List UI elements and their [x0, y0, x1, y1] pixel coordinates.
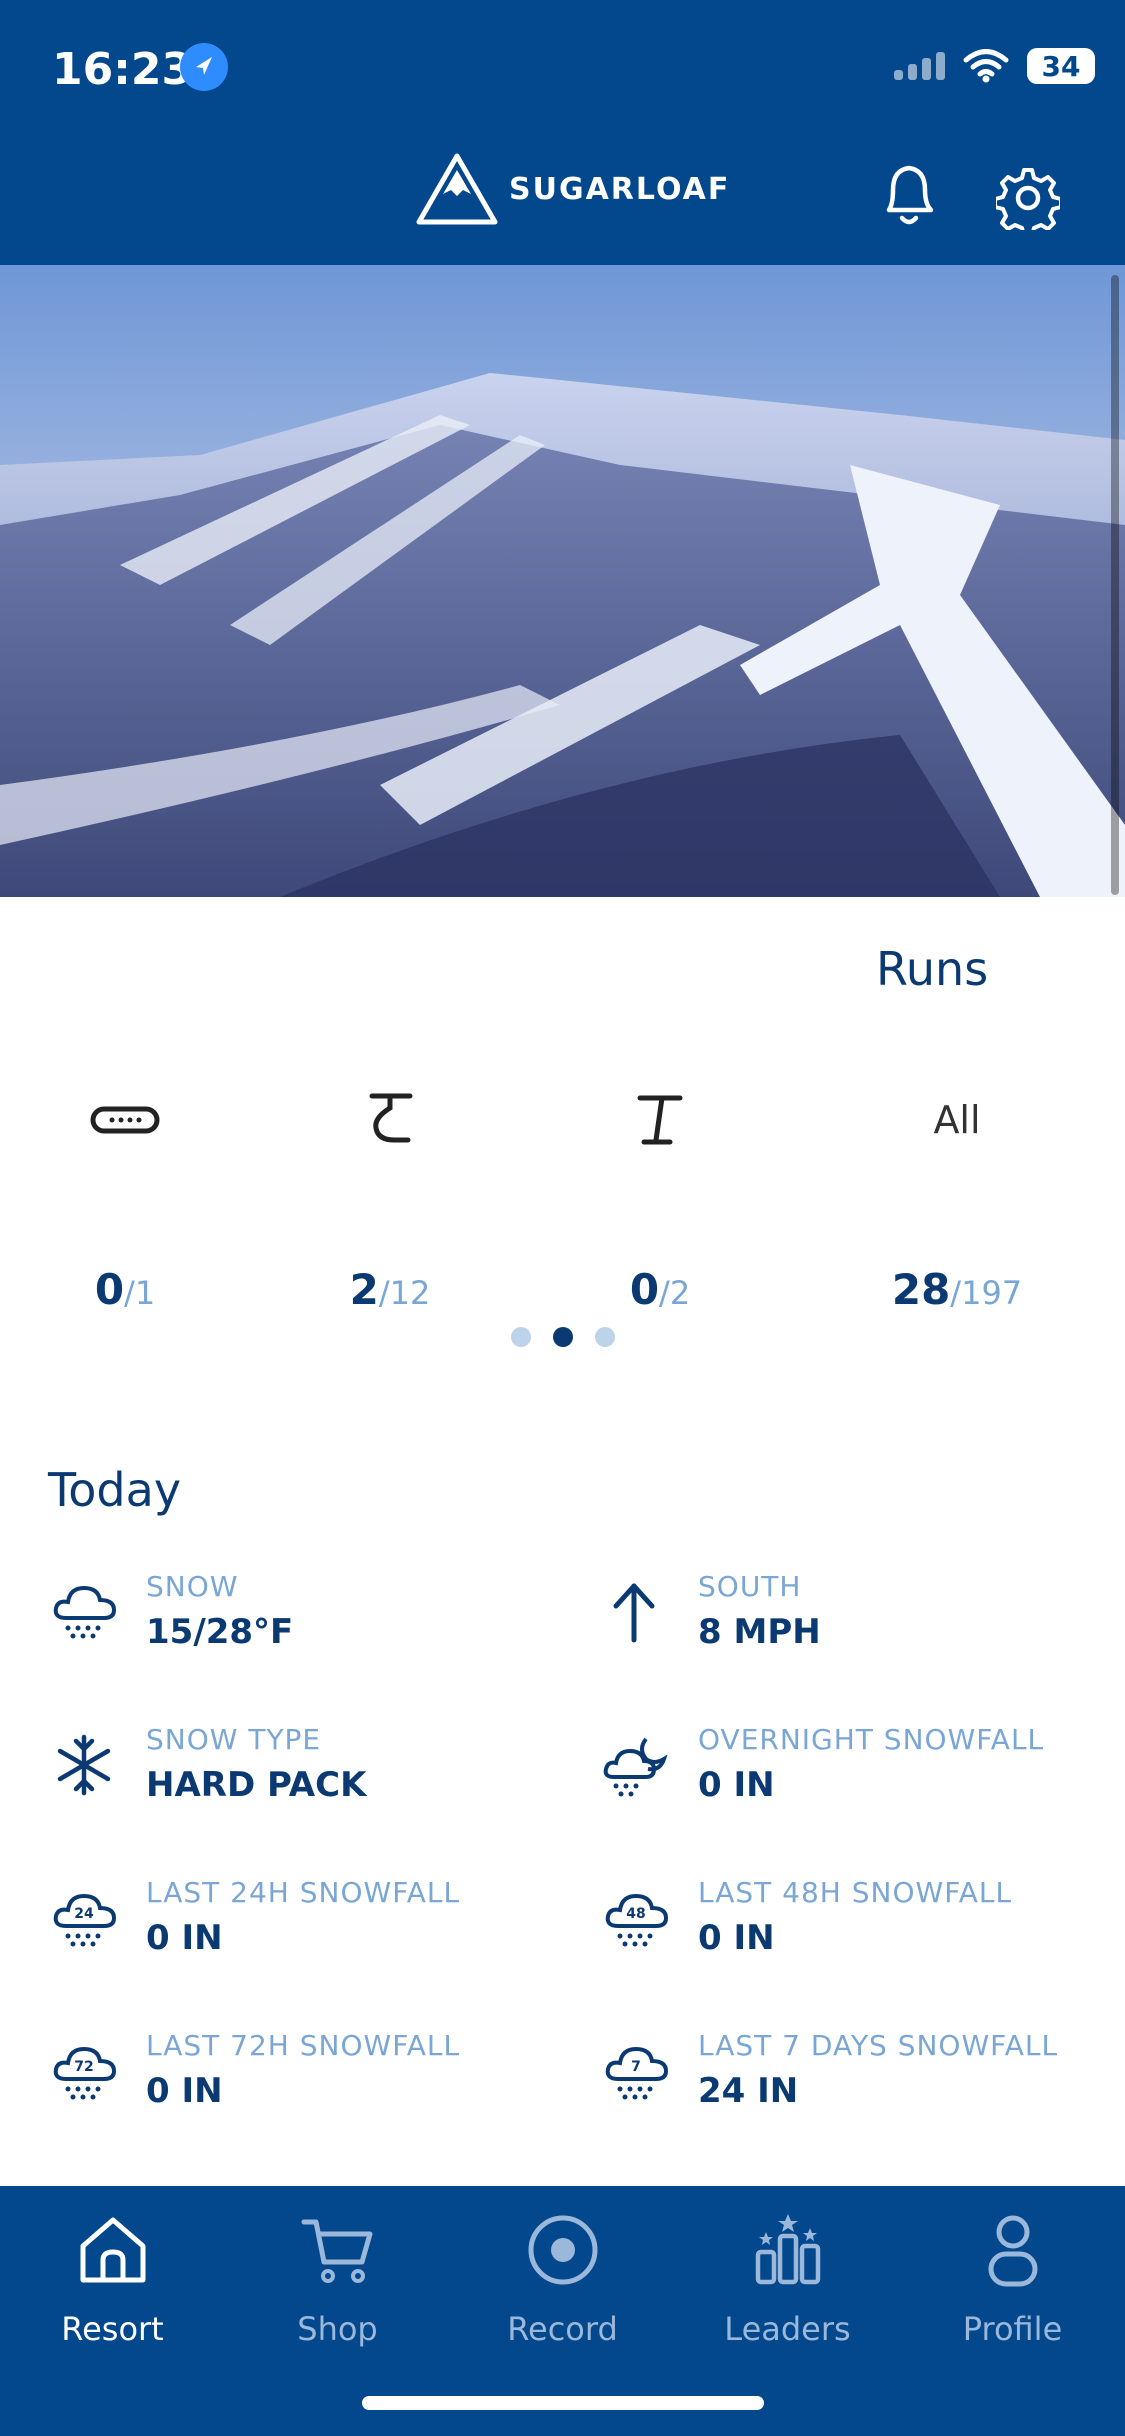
snow-48-icon: 48 [605, 1893, 669, 1947]
tab-leaders[interactable]: Leaders [675, 2210, 900, 2348]
runs-total-value: /12 [378, 1274, 431, 1312]
runs-open-value: 0 [94, 1265, 125, 1314]
bell-icon[interactable] [877, 160, 941, 230]
stat-last-24h: 24 LAST 24H SNOWFALL 0 IN [50, 1874, 570, 1984]
page-indicator[interactable] [0, 1327, 1125, 1347]
terrain-park-icon [90, 1106, 160, 1134]
tab-label: Profile [962, 2310, 1063, 2348]
snow-24-icon: 24 [53, 1893, 117, 1947]
runs-total-value: /1 [124, 1274, 156, 1312]
runs-total-value: /2 [659, 1274, 691, 1312]
stat-label: LAST 48H SNOWFALL [698, 1876, 1013, 1909]
signal-icon [894, 52, 945, 80]
location-icon [180, 43, 228, 91]
snow-7-icon: 7 [605, 2046, 669, 2100]
leaderboard-icon [755, 2214, 820, 2285]
runs-col-terrain-park[interactable]: 0/1 [0, 1080, 250, 1314]
stat-label: LAST 72H SNOWFALL [146, 2029, 461, 2062]
runs-open-value: 0 [629, 1265, 660, 1314]
mountain-logo-icon [416, 153, 498, 225]
t-bar-icon [637, 1095, 683, 1145]
tab-shop[interactable]: Shop [225, 2210, 450, 2348]
runs-title: Runs [876, 942, 989, 996]
page-dot[interactable] [510, 1327, 531, 1347]
status-time: 16:23 [52, 44, 193, 95]
surface-lift-icon [369, 1093, 413, 1143]
stat-value: HARD PACK [146, 1765, 367, 1805]
gear-icon[interactable] [996, 166, 1060, 230]
wifi-icon [963, 49, 1009, 83]
stat-value: 0 IN [146, 1918, 223, 1958]
stat-value: 0 IN [698, 1765, 775, 1805]
stat-label: SNOW TYPE [146, 1723, 322, 1756]
badge-text: 7 [631, 2059, 641, 2075]
sugarloaf-logo: SUGARLOAF [415, 152, 730, 226]
stat-label: SNOW [146, 1570, 239, 1603]
top-bar: 16:23 34 SUGARLOAF [0, 0, 1125, 265]
tab-resort[interactable]: Resort [0, 2210, 225, 2348]
stat-value: 8 MPH [698, 1612, 821, 1652]
stat-overnight: OVERNIGHT SNOWFALL 0 IN [602, 1721, 1122, 1831]
runs-open-value: 2 [349, 1265, 379, 1314]
tab-label: Resort [61, 2310, 164, 2348]
tab-profile[interactable]: Profile [900, 2210, 1125, 2348]
arrow-up-icon [613, 1583, 655, 1643]
stat-wind: SOUTH 8 MPH [602, 1568, 1122, 1678]
stat-value: 15/28°F [146, 1612, 294, 1652]
runs-col-t-bar[interactable]: 0/2 [535, 1080, 785, 1314]
record-icon [528, 2215, 597, 2285]
badge-text: 24 [74, 1906, 94, 1922]
cloud-moon-icon [603, 1737, 668, 1797]
tab-record[interactable]: Record [450, 2210, 675, 2348]
stat-value: 24 IN [698, 2071, 799, 2111]
stat-label: LAST 24H SNOWFALL [146, 1876, 461, 1909]
snow-cloud-icon [53, 1585, 117, 1639]
tab-label: Record [507, 2310, 618, 2348]
brand-name: SUGARLOAF [509, 171, 731, 207]
stat-last-48h: 48 LAST 48H SNOWFALL 0 IN [602, 1874, 1122, 1984]
stat-snow: SNOW 15/28°F [50, 1568, 570, 1678]
snowflake-icon [57, 1734, 111, 1796]
runs-col-all[interactable]: All 28/197 [832, 1080, 1082, 1314]
stat-value: 0 IN [698, 1918, 775, 1958]
stat-label: LAST 7 DAYS SNOWFALL [698, 2029, 1059, 2062]
profile-icon [988, 2215, 1037, 2287]
stat-last-7-days: 7 LAST 7 DAYS SNOWFALL 24 IN [602, 2027, 1122, 2137]
runs-col-surface-lift[interactable]: 2/12 [265, 1080, 515, 1314]
badge-text: 72 [74, 2059, 93, 2075]
home-indicator[interactable] [362, 2396, 764, 2410]
status-right: 34 [894, 48, 1095, 84]
tab-label: Shop [297, 2310, 378, 2348]
tab-label: Leaders [724, 2310, 851, 2348]
stat-snow-type: SNOW TYPE HARD PACK [50, 1721, 570, 1831]
page-dot-active[interactable] [552, 1327, 573, 1347]
page-dot[interactable] [594, 1327, 615, 1347]
mountain-photo [0, 265, 1125, 897]
runs-total-value: /197 [950, 1274, 1023, 1312]
runs-open-value: 28 [891, 1265, 951, 1314]
home-icon [80, 2217, 145, 2283]
stat-label: OVERNIGHT SNOWFALL [698, 1723, 1045, 1756]
cart-icon [301, 2219, 372, 2283]
stat-label: SOUTH [698, 1570, 802, 1603]
badge-text: 48 [626, 1906, 645, 1922]
stat-value: 0 IN [146, 2071, 223, 2111]
snow-72-icon: 72 [53, 2046, 117, 2100]
stat-last-72h: 72 LAST 72H SNOWFALL 0 IN [50, 2027, 570, 2137]
battery-level: 34 [1027, 48, 1095, 84]
all-label: All [933, 1098, 981, 1142]
hero-scrollbar[interactable] [1111, 275, 1119, 895]
today-title: Today [48, 1463, 182, 1517]
